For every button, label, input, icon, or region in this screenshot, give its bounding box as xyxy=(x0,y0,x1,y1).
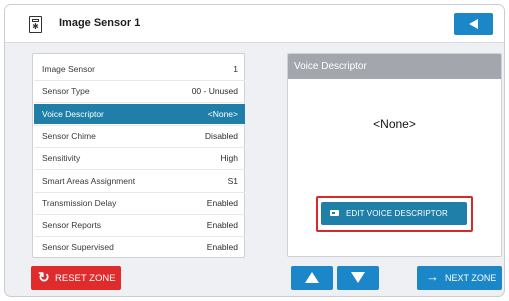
settings-row[interactable]: Sensor Chime Disabled xyxy=(34,126,245,146)
settings-row-label: Sensor Type xyxy=(42,86,90,97)
reset-zone-button[interactable]: ↻ RESET ZONE xyxy=(31,266,121,290)
detail-value: <None> xyxy=(373,117,416,131)
settings-row-label: Image Sensor xyxy=(42,64,95,74)
settings-row[interactable]: Sensor Type 00 - Unused xyxy=(34,81,245,101)
detail-panel: Voice Descriptor <None> EDIT VOICE DESCR… xyxy=(287,53,502,257)
settings-row-label: Sensor Supervised xyxy=(42,242,114,253)
settings-row-value: 00 - Unused xyxy=(191,86,238,97)
settings-row[interactable]: Smart Areas Assignment S1 xyxy=(34,171,245,191)
settings-row[interactable]: Sensor Supervised Enabled xyxy=(34,237,245,257)
right-arrow-icon: → xyxy=(426,269,439,284)
settings-row-label: Sensor Chime xyxy=(42,130,96,141)
image-sensor-icon: ✱ xyxy=(29,16,42,33)
settings-row[interactable]: Transmission Delay Enabled xyxy=(34,193,245,213)
settings-row-value: Enabled xyxy=(206,242,238,253)
settings-row-value: 1 xyxy=(233,64,238,74)
edit-voice-descriptor-button[interactable]: EDIT VOICE DESCRIPTOR xyxy=(321,202,467,225)
back-arrow-icon xyxy=(469,19,478,29)
settings-row[interactable]: Voice Descriptor <None> xyxy=(34,103,245,124)
previous-item-button[interactable] xyxy=(291,266,333,290)
settings-row-value: <None> xyxy=(207,108,238,119)
reset-zone-label: RESET ZONE xyxy=(55,273,116,284)
edit-voice-descriptor-label: EDIT VOICE DESCRIPTOR xyxy=(346,209,448,218)
settings-row-value: S1 xyxy=(227,175,238,186)
next-zone-label: NEXT ZONE xyxy=(445,273,497,283)
detail-heading: Voice Descriptor xyxy=(294,61,367,72)
settings-row[interactable]: Image Sensor 1 xyxy=(34,59,245,79)
header-bar: ✱ Image Sensor 1 xyxy=(5,5,504,43)
app-window: ✱ Image Sensor 1 Image Sensor 1 Sensor Typ… xyxy=(4,4,505,297)
settings-row-value: Disabled xyxy=(204,130,238,141)
next-zone-button[interactable]: → NEXT ZONE xyxy=(417,266,502,290)
settings-row-label: Transmission Delay xyxy=(42,197,117,208)
settings-row[interactable]: Sensor Reports Enabled xyxy=(34,215,245,235)
refresh-icon: ↻ xyxy=(38,269,50,285)
down-arrow-icon xyxy=(351,272,365,283)
settings-row-label: Smart Areas Assignment xyxy=(42,175,136,186)
settings-row-label: Voice Descriptor xyxy=(42,108,104,119)
settings-row-value: Enabled xyxy=(206,220,238,231)
settings-row-value: Enabled xyxy=(206,197,238,208)
settings-list: Image Sensor 1 Sensor Type 00 - Unused Voice… xyxy=(32,53,245,258)
settings-row-label: Sensitivity xyxy=(42,153,81,164)
page-title: Image Sensor 1 xyxy=(59,17,141,29)
back-button[interactable] xyxy=(454,13,493,35)
settings-row[interactable]: Sensitivity High xyxy=(34,148,245,168)
next-item-button[interactable] xyxy=(337,266,379,290)
up-arrow-icon xyxy=(305,272,319,283)
settings-row-value: High xyxy=(220,153,238,164)
detail-panel-header: Voice Descriptor xyxy=(288,54,501,79)
keyboard-icon xyxy=(330,210,339,216)
settings-row-label: Sensor Reports xyxy=(42,220,102,231)
